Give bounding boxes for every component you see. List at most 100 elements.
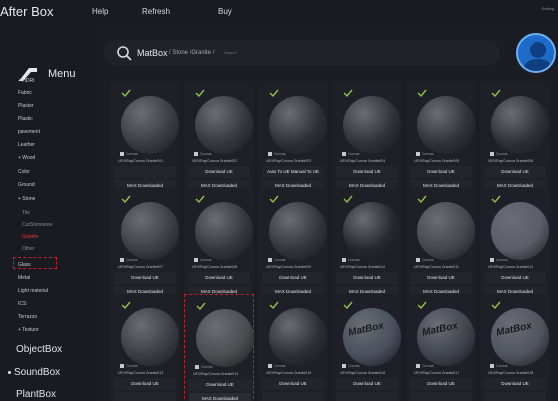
material-card[interactable]: Corona UE/VRay/Corona Granite013 Downloa…	[110, 294, 180, 401]
material-preview-sphere[interactable]	[121, 308, 179, 366]
material-preview-sphere[interactable]	[121, 202, 179, 260]
material-card[interactable]: Corona UE/VRay/Corona Granite012 Downloa…	[480, 188, 550, 298]
sidebar-item-plastic[interactable]: Plastic	[18, 116, 33, 122]
sidebar-item-leather[interactable]: Leather	[18, 142, 35, 148]
section-objectbox[interactable]: ObjectBox	[16, 344, 62, 355]
material-preview-sphere[interactable]	[269, 96, 327, 154]
checkbox-icon[interactable]	[490, 152, 494, 157]
material-card[interactable]: Corona UE/VRay/Corona Granite002 Downloa…	[184, 82, 254, 192]
material-preview-sphere[interactable]	[269, 308, 327, 366]
material-card[interactable]: Corona UE/VRay/Corona Granite015 Downloa…	[258, 294, 328, 401]
sidebar-subitem-granite[interactable]: Granite	[22, 234, 38, 240]
checkbox-icon[interactable]	[120, 364, 124, 369]
sidebar-item-ics[interactable]: ICS	[18, 301, 26, 307]
checkbox-icon[interactable]	[416, 364, 420, 369]
checkbox-icon[interactable]	[416, 152, 420, 157]
material-preview-sphere[interactable]	[195, 202, 253, 260]
material-card[interactable]: Corona UE/VRay/Corona Granite003 Auto To…	[258, 82, 328, 192]
material-card[interactable]: Corona UE/VRay/Corona Granite010 Downloa…	[332, 188, 402, 298]
checkbox-icon[interactable]	[268, 364, 272, 369]
material-preview-sphere[interactable]	[491, 96, 549, 154]
checkbox-icon[interactable]	[120, 152, 124, 157]
download-ue-button[interactable]: Download UE	[262, 272, 324, 284]
checkbox-icon[interactable]	[120, 258, 124, 263]
sidebar-item-hdri[interactable]: + HDRI	[18, 78, 35, 84]
avatar[interactable]	[516, 33, 556, 73]
material-preview-sphere[interactable]	[417, 202, 475, 260]
section-plantbox[interactable]: PlantBox	[16, 389, 56, 400]
checkbox-icon[interactable]	[194, 258, 198, 263]
checkbox-icon[interactable]	[194, 152, 198, 157]
sidebar-item-pavement[interactable]: pavement	[18, 129, 40, 135]
download-ue-button[interactable]: Download UE	[410, 378, 472, 390]
material-card[interactable]: Corona UE/VRay/Corona Granite007 Downloa…	[110, 188, 180, 298]
material-preview-sphere[interactable]	[196, 309, 254, 367]
checkbox-icon[interactable]	[342, 152, 346, 157]
material-card[interactable]: Corona UE/VRay/Corona Granite001 MAX Dow…	[110, 82, 180, 192]
material-card[interactable]: Corona UE/VRay/Corona Granite006 Downloa…	[480, 82, 550, 192]
sidebar-item-ground[interactable]: Ground	[18, 182, 35, 188]
sidebar-item-light-material[interactable]: Light material	[18, 288, 48, 294]
search-breadcrumb[interactable]: / Stone /Granite /	[169, 50, 214, 56]
download-ue-button[interactable]: Download UE	[114, 272, 176, 284]
window-settings[interactable]: Setting	[542, 6, 554, 11]
material-card[interactable]: Corona UE/VRay/Corona Granite011 Downloa…	[406, 188, 476, 298]
download-ue-button[interactable]	[114, 166, 176, 178]
search-bar[interactable]: MatBox / Stone /Granite /	[104, 40, 500, 66]
sidebar-item-metal[interactable]: Metal	[18, 275, 30, 281]
sidebar-subitem-cutstones[interactable]: CutStonesree	[22, 222, 53, 228]
max-downloaded-button[interactable]	[262, 392, 324, 401]
sidebar-item-terrazzo[interactable]: Terrazzo	[18, 314, 37, 320]
sidebar-item-fabric[interactable]: Fabric	[18, 90, 32, 96]
material-card[interactable]: Corona UE/VRay/Corona Granite009 Downloa…	[258, 188, 328, 298]
download-ue-button[interactable]: Download UE	[188, 166, 250, 178]
search-input[interactable]	[224, 50, 424, 55]
sidebar-item-wood[interactable]: + Wood	[18, 155, 35, 161]
download-ue-button[interactable]: Download UE	[336, 166, 398, 178]
download-ue-button[interactable]: Download UE	[484, 378, 546, 390]
sidebar-item-glass[interactable]: Glass	[18, 262, 31, 268]
material-card[interactable]: Corona UE/VRay/Corona Granite004 Downloa…	[332, 82, 402, 192]
sidebar-item-stone[interactable]: + Stone	[18, 196, 35, 202]
material-preview-sphere[interactable]	[121, 96, 179, 154]
download-ue-button[interactable]: Download UE	[114, 378, 176, 390]
search-icon[interactable]	[116, 45, 132, 61]
checkbox-icon[interactable]	[342, 364, 346, 369]
download-ue-button[interactable]: Download UE	[336, 272, 398, 284]
menu-buy[interactable]: Buy	[218, 7, 232, 16]
material-card[interactable]: Corona UE/VRay/Corona Granite005 Downloa…	[406, 82, 476, 192]
sidebar-item-texture[interactable]: + Texture	[18, 327, 39, 333]
material-card[interactable]: Corona UE/VRay/Corona Granite008 Downloa…	[184, 188, 254, 298]
checkbox-icon[interactable]	[268, 152, 272, 157]
download-ue-button[interactable]: Download UE	[410, 272, 472, 284]
download-ue-button[interactable]: Auto To UE Manual To UE	[262, 166, 324, 178]
material-preview-sphere[interactable]	[343, 202, 401, 260]
download-ue-button[interactable]: Download UE	[484, 166, 546, 178]
material-card[interactable]: Corona UE/VRay/Corona Granite016 Downloa…	[332, 294, 402, 401]
checkbox-icon[interactable]	[195, 365, 199, 370]
download-ue-button[interactable]: Download UE	[410, 166, 472, 178]
download-ue-button[interactable]: Download UE	[262, 378, 324, 390]
material-preview-sphere[interactable]	[491, 202, 549, 260]
max-downloaded-button[interactable]	[114, 392, 176, 401]
menu-refresh[interactable]: Refresh	[142, 7, 170, 16]
max-downloaded-button[interactable]	[484, 392, 546, 401]
section-soundbox[interactable]: SoundBox	[8, 367, 60, 378]
material-preview-sphere[interactable]	[269, 202, 327, 260]
sidebar-item-color[interactable]: Color	[18, 169, 30, 175]
checkbox-icon[interactable]	[268, 258, 272, 263]
material-card[interactable]: Corona UE/VRay/Corona Granite017 Downloa…	[406, 294, 476, 401]
material-preview-sphere[interactable]	[417, 96, 475, 154]
sidebar-item-plaster[interactable]: Plaster	[18, 103, 34, 109]
download-ue-button[interactable]: Download UE	[189, 379, 251, 391]
material-preview-sphere[interactable]	[343, 96, 401, 154]
checkbox-icon[interactable]	[416, 258, 420, 263]
download-ue-button[interactable]: Download UE	[336, 378, 398, 390]
checkbox-icon[interactable]	[342, 258, 346, 263]
menu-help[interactable]: Help	[92, 7, 108, 16]
checkbox-icon[interactable]	[490, 364, 494, 369]
material-card[interactable]: Corona UE/VRay/Corona Granite014 Downloa…	[184, 294, 254, 401]
material-preview-sphere[interactable]	[195, 96, 253, 154]
download-ue-button[interactable]: Download UE	[484, 272, 546, 284]
max-downloaded-button[interactable]	[336, 392, 398, 401]
